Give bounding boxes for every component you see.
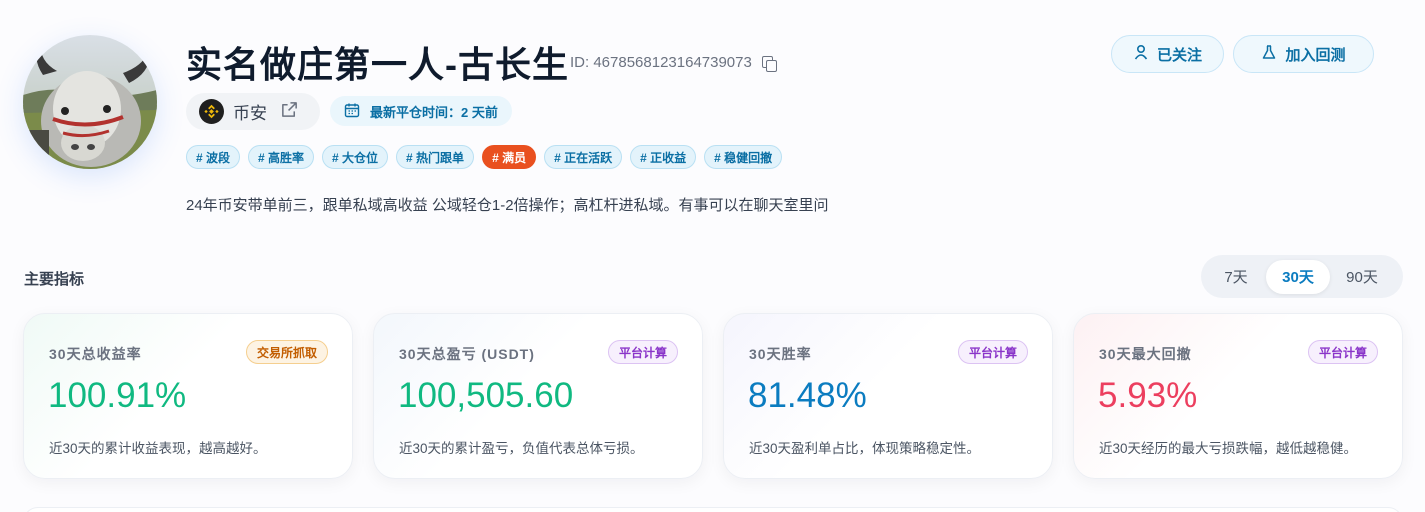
metric-card-total-pnl: 30天总盈亏 (USDT) 平台计算 100,505.60 近30天的累计盈亏，… [373,313,703,479]
source-badge: 交易所抓取 [245,340,328,364]
follow-button-label: 已关注 [1156,46,1202,64]
flask-icon [1261,44,1277,64]
exchange-link[interactable]: 币安 [186,93,320,130]
metric-description: 近30天的累计盈亏，负值代表总体亏损。 [399,441,644,456]
metric-value: 100.91% [48,376,187,415]
follow-button[interactable]: 已关注 [1111,35,1224,73]
external-link-icon [280,100,299,124]
trader-avatar [23,35,157,169]
add-backtest-button[interactable]: 加入回测 [1233,35,1374,73]
user-icon [1133,44,1149,64]
metric-description: 近30天经历的最大亏损跌幅，越低越稳健。 [1099,441,1358,456]
range-90d[interactable]: 90天 [1330,260,1394,294]
metric-value: 5.93% [1098,376,1198,415]
tag-item[interactable]: # 正收益 [630,145,697,169]
range-switch: 7天 30天 90天 [1201,255,1403,298]
tag-item[interactable]: # 正在活跃 [544,145,623,169]
metric-label: 30天总收益率 [49,346,142,362]
tag-item[interactable]: # 热门跟单 [396,145,475,169]
range-30d[interactable]: 30天 [1266,259,1330,294]
tag-list: # 波段 # 高胜率 # 大仓位 # 热门跟单 # 满员 # 正在活跃 # 正收… [186,145,783,169]
metric-card-win-rate: 30天胜率 平台计算 81.48% 近30天盈利单占比，体现策略稳定性。 [723,313,1053,479]
next-section-card [23,507,1403,512]
tag-item-full[interactable]: # 满员 [482,145,537,169]
trader-name: 实名做庄第一人-古长生 [186,44,569,85]
add-backtest-label: 加入回测 [1285,46,1346,64]
range-7d[interactable]: 7天 [1206,260,1266,294]
source-badge: 平台计算 [1307,340,1378,364]
tag-item[interactable]: # 波段 [186,145,241,169]
trader-bio: 24年币安带单前三，跟单私域高收益 公域轻仓1-2倍操作；高杠杆进私域。有事可以… [186,197,829,214]
binance-icon [199,99,224,124]
trader-id: ID: 4678568123164739073 [570,54,777,72]
source-badge: 平台计算 [957,340,1028,364]
metric-description: 近30天的累计收益表现，越高越好。 [49,441,267,456]
metric-label: 30天总盈亏 (USDT) [399,346,535,362]
last-close-label: 最新平仓时间： [370,104,462,120]
metric-card-total-return: 30天总收益率 交易所抓取 100.91% 近30天的累计收益表现，越高越好。 [23,313,353,479]
metric-card-max-drawdown: 30天最大回撤 平台计算 5.93% 近30天经历的最大亏损跌幅，越低越稳健。 [1073,313,1403,479]
metric-value: 81.48% [748,376,867,415]
metric-label: 30天最大回撤 [1099,346,1192,362]
tag-item[interactable]: # 大仓位 [322,145,389,169]
last-close-value: 2 天前 [461,104,498,120]
last-close-time: 最新平仓时间：2 天前 [330,96,512,126]
tag-item[interactable]: # 稳健回撤 [704,145,783,169]
trader-id-text: ID: 4678568123164739073 [570,54,752,71]
metric-description: 近30天盈利单占比，体现策略稳定性。 [749,441,981,456]
metric-label: 30天胜率 [749,346,812,362]
metric-value: 100,505.60 [398,376,574,415]
exchange-name: 币安 [233,104,267,123]
calendar-icon [344,102,360,121]
section-title: 主要指标 [24,271,85,288]
copy-icon[interactable] [761,55,777,72]
tag-item[interactable]: # 高胜率 [248,145,315,169]
source-badge: 平台计算 [607,340,678,364]
